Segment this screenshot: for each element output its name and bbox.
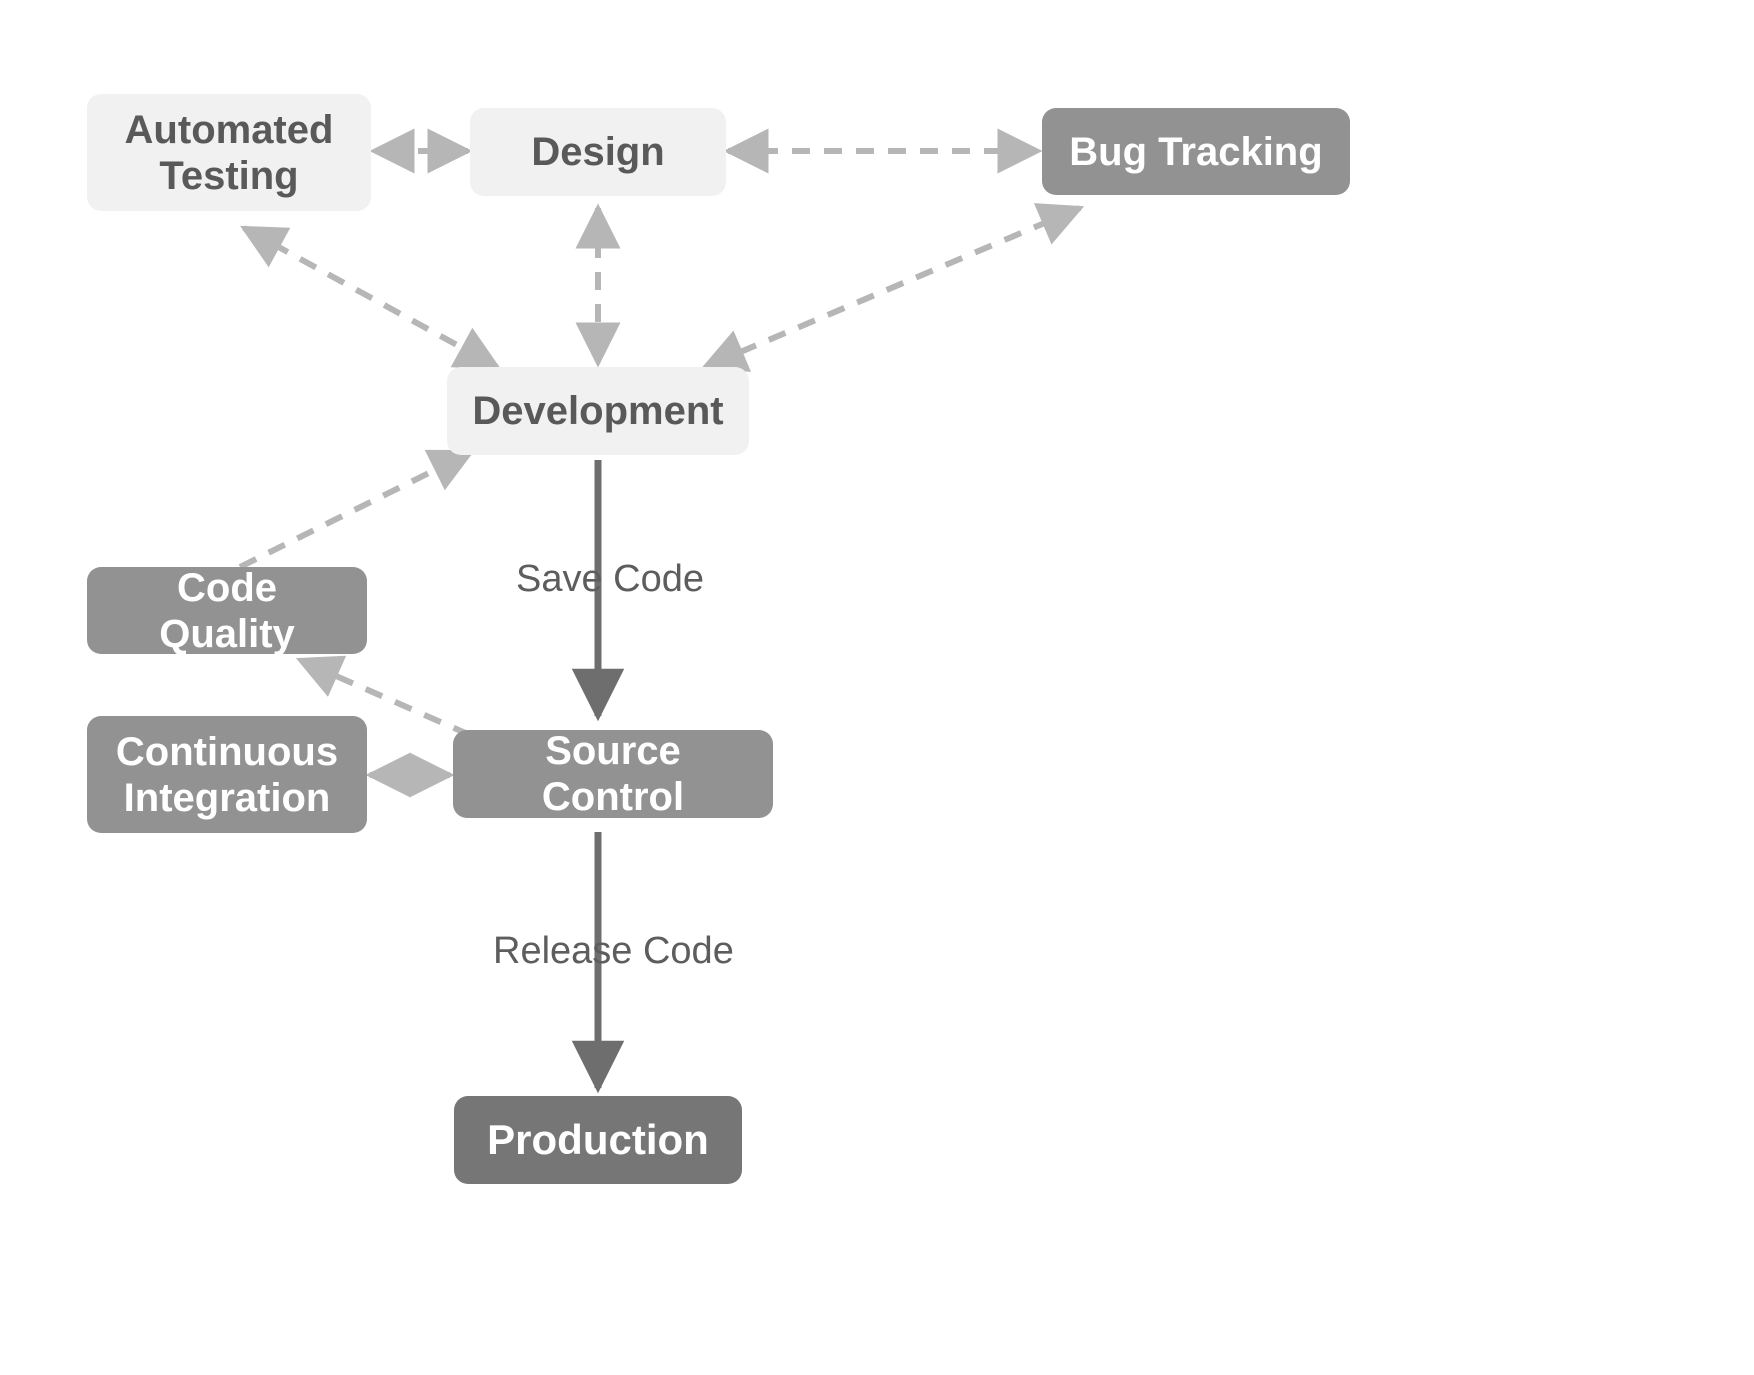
node-automated-testing: AutomatedTesting xyxy=(87,94,371,211)
node-design: Design xyxy=(470,108,726,196)
node-label: Code Quality xyxy=(111,565,343,657)
node-label: Source Control xyxy=(477,728,749,820)
node-label: Production xyxy=(487,1116,709,1164)
diagram-canvas: AutomatedTesting Design Bug Tracking Dev… xyxy=(0,0,1754,1375)
node-production: Production xyxy=(454,1096,742,1184)
node-label: AutomatedTesting xyxy=(125,107,334,199)
node-bug-tracking: Bug Tracking xyxy=(1042,108,1350,195)
node-label: ContinuousIntegration xyxy=(116,729,338,821)
node-code-quality: Code Quality xyxy=(87,567,367,654)
edge-label-release-code: Release Code xyxy=(493,930,734,973)
edge-bug-tracking-development xyxy=(705,208,1080,367)
node-development: Development xyxy=(447,367,749,455)
edge-code-quality-development xyxy=(240,452,471,567)
node-label: Bug Tracking xyxy=(1069,129,1322,175)
node-label: Development xyxy=(472,388,723,434)
node-source-control: Source Control xyxy=(453,730,773,818)
edge-automated-testing-development xyxy=(244,228,497,367)
edge-label-save-code: Save Code xyxy=(516,558,704,601)
node-continuous-integration: ContinuousIntegration xyxy=(87,716,367,833)
node-label: Design xyxy=(531,129,664,175)
